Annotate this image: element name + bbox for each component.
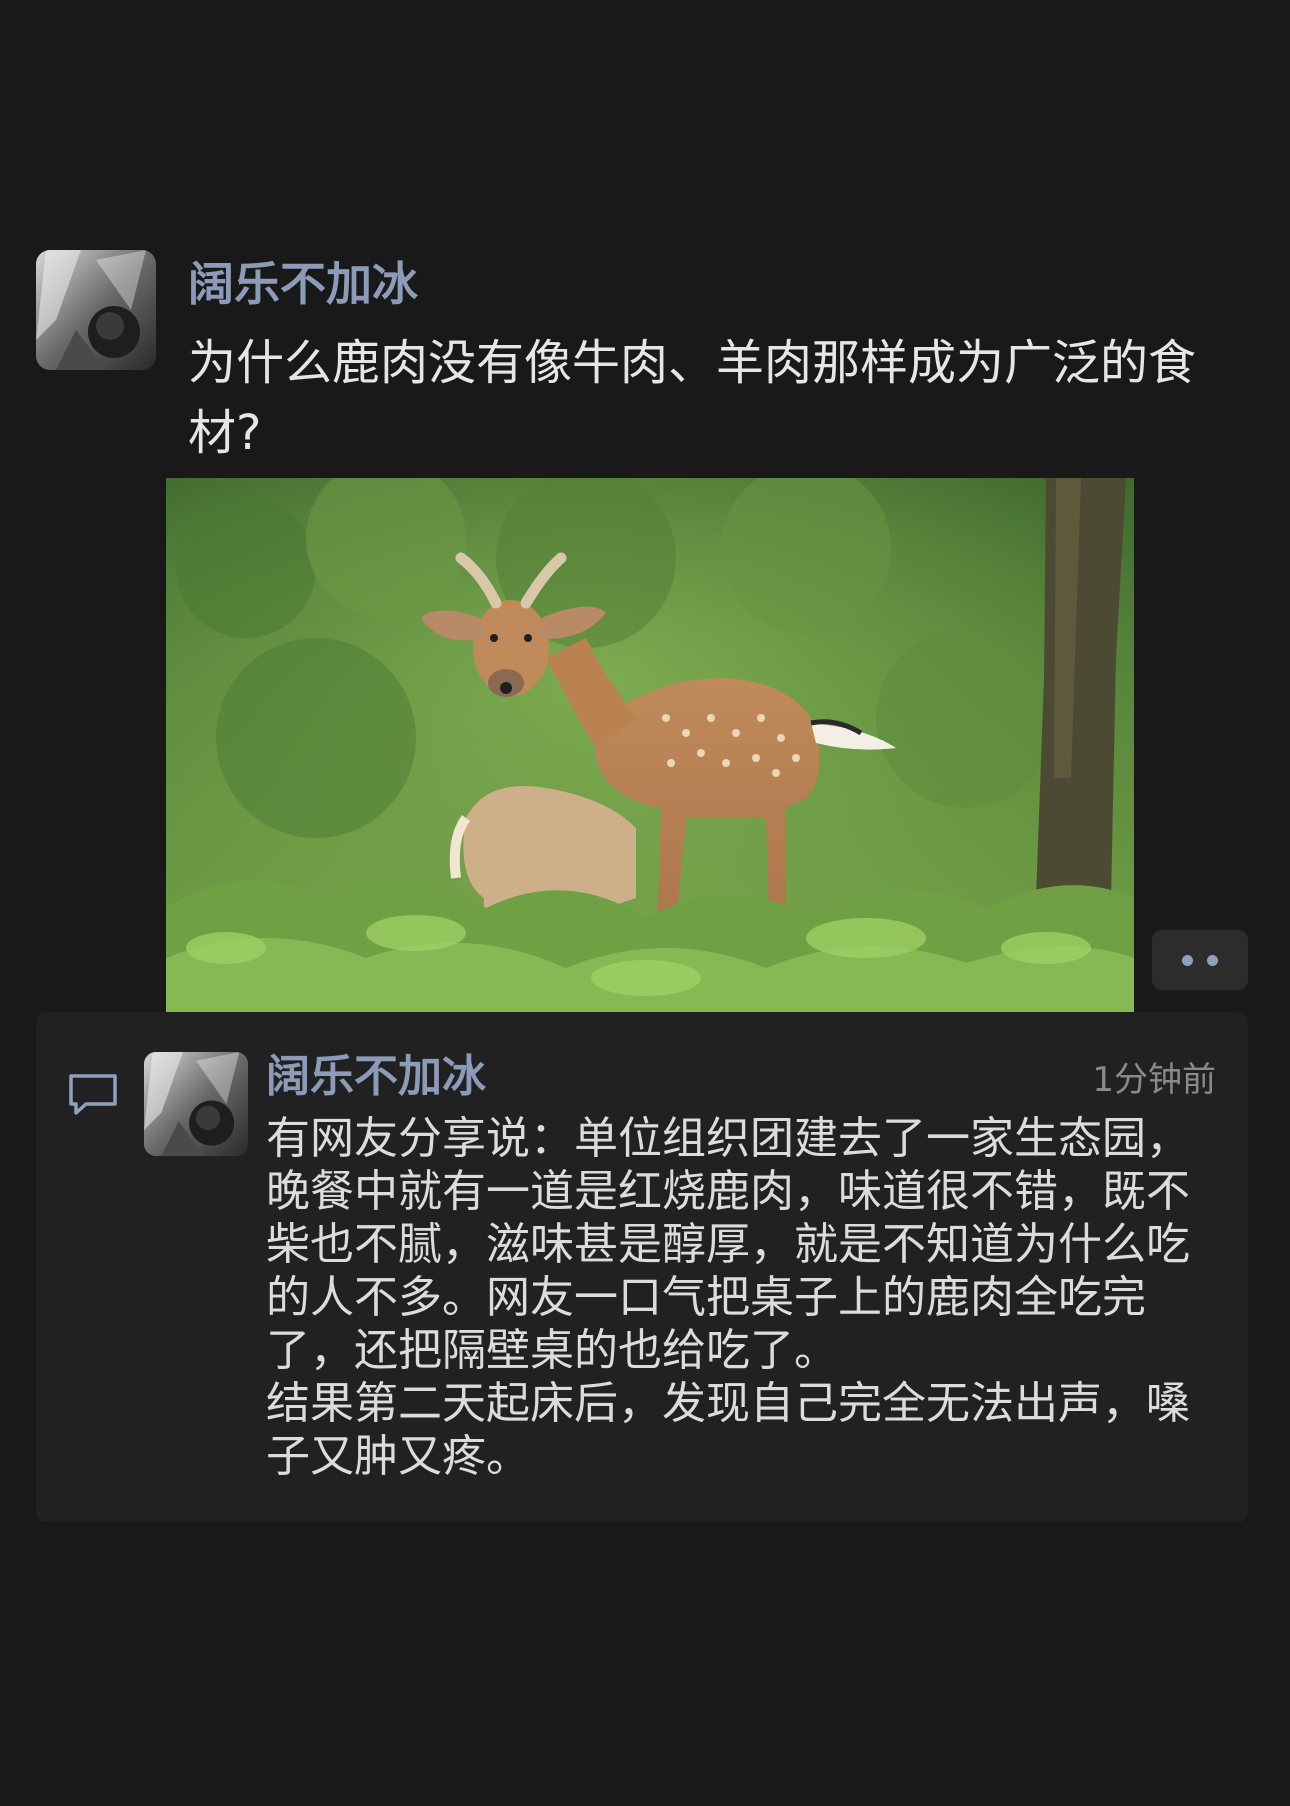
deer-in-forest-photo-icon [166, 478, 1134, 1038]
user-avatar-icon [144, 1052, 248, 1156]
more-dots-icon [1182, 954, 1193, 966]
comment-avatar[interactable] [144, 1052, 248, 1156]
post-text: 为什么鹿肉没有像牛肉、羊肉那样成为广泛的食材? [188, 335, 1197, 461]
comment-bubble-icon [66, 1070, 120, 1118]
avatar[interactable] [36, 250, 156, 370]
comment-text: 有网友分享说：单位组织团建去了一家生态园，晚餐中就有一道是红烧鹿肉，味道很不错，… [266, 1113, 1190, 1482]
post-author-name[interactable]: 阔乐不加冰 [188, 254, 418, 314]
user-avatar-icon [36, 250, 156, 370]
post-photo[interactable] [166, 478, 1134, 1038]
comment-timestamp: 1分钟前 [1092, 1060, 1216, 1100]
more-dots-icon [1207, 954, 1218, 966]
comment-author-name[interactable]: 阔乐不加冰 [266, 1048, 486, 1106]
more-button[interactable] [1152, 930, 1248, 990]
comment-panel: 阔乐不加冰 1分钟前 有网友分享说：单位组织团建去了一家生态园，晚餐中就有一道是… [36, 1012, 1248, 1522]
